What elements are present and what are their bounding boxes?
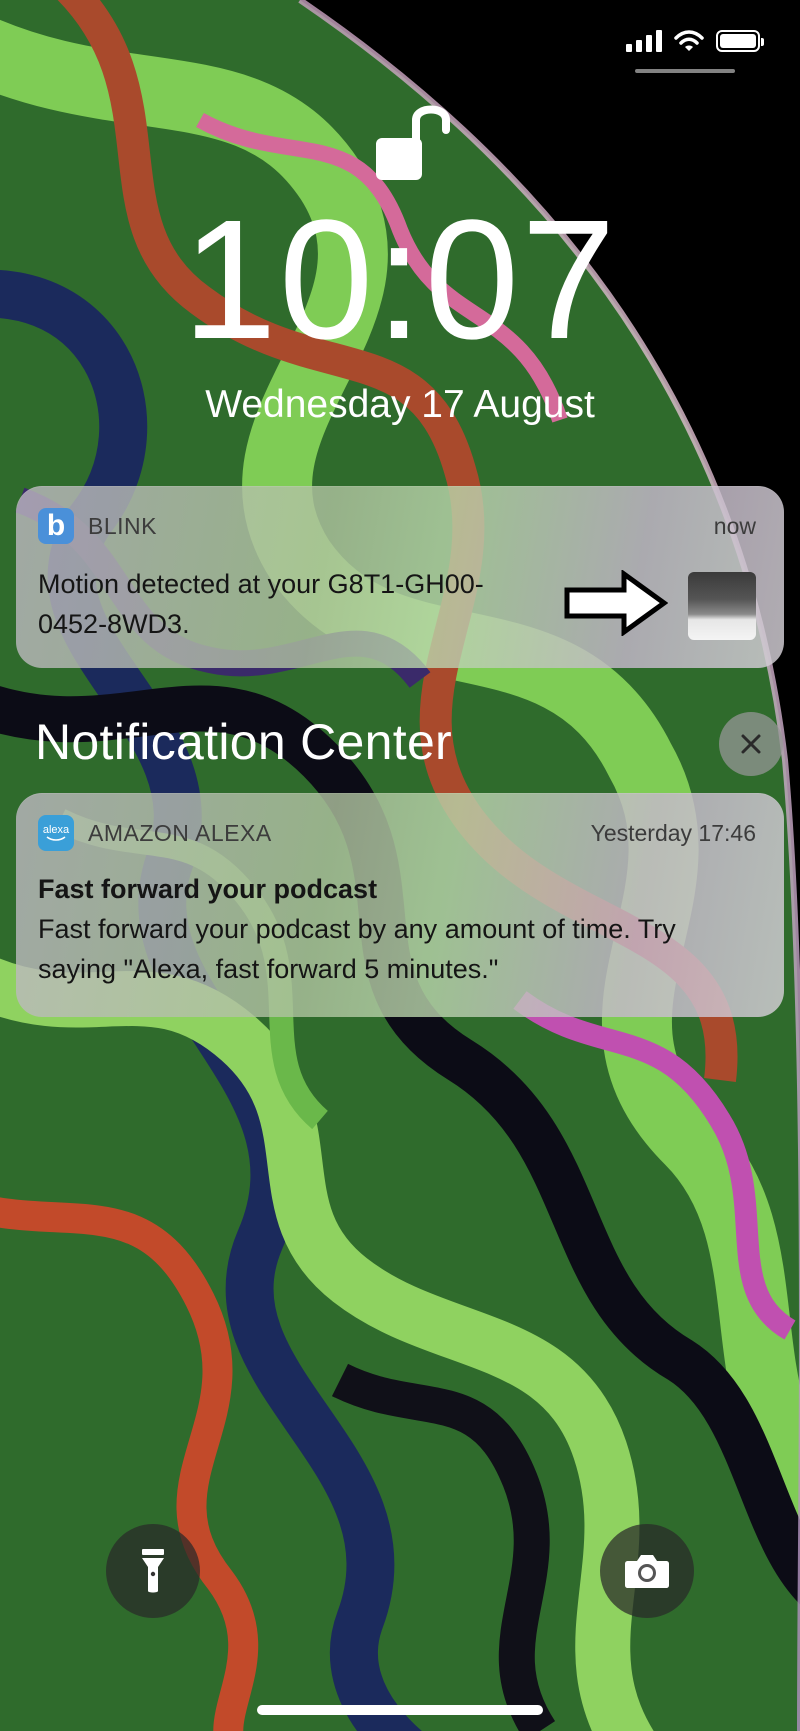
- battery-icon: [716, 30, 764, 52]
- notification-body: Motion detected at your G8T1-GH00-0452-8…: [38, 569, 484, 639]
- home-indicator[interactable]: [257, 1705, 543, 1715]
- camera-icon: [625, 1555, 669, 1588]
- flashlight-button[interactable]: [106, 1524, 200, 1618]
- cellular-signal-icon: [626, 30, 662, 52]
- notification-header: b BLINK now: [38, 508, 756, 544]
- notification-card-alexa[interactable]: alexa AMAZON ALEXA Yesterday 17:46 Fast …: [16, 793, 784, 1017]
- notification-time: Yesterday 17:46: [590, 819, 756, 846]
- notification-app-name: BLINK: [88, 512, 157, 539]
- control-center-indicator[interactable]: [635, 69, 735, 73]
- notification-body: Fast forward your podcast by any amount …: [38, 914, 676, 984]
- camera-button[interactable]: [600, 1524, 694, 1618]
- pointing-arrow-icon: [564, 570, 668, 636]
- lock-screen-time: 10:07: [182, 185, 618, 375]
- notification-thumbnail[interactable]: [688, 572, 756, 640]
- clear-notifications-button[interactable]: [719, 712, 783, 776]
- notification-title: Fast forward your podcast: [38, 874, 378, 904]
- unlocked-padlock-icon: [376, 105, 450, 180]
- wifi-icon: [674, 30, 704, 51]
- lock-screen-date: Wednesday 17 August: [205, 383, 595, 426]
- notification-center-title: Notification Center: [35, 714, 453, 770]
- close-icon: [741, 734, 761, 754]
- alexa-app-icon-text: alexa: [42, 824, 70, 836]
- battery-level: [720, 34, 756, 48]
- alexa-app-icon: alexa: [38, 815, 74, 851]
- notification-header: alexa AMAZON ALEXA Yesterday 17:46: [38, 815, 756, 851]
- notification-app-name: AMAZON ALEXA: [88, 819, 272, 846]
- flashlight-icon: [142, 1549, 164, 1593]
- blink-app-icon: b: [38, 508, 74, 544]
- status-bar: [626, 30, 764, 52]
- notification-card-blink[interactable]: b BLINK now Motion detected at your G8T1…: [16, 486, 784, 668]
- blink-app-icon-letter: b: [46, 509, 66, 542]
- notification-time: now: [713, 512, 756, 539]
